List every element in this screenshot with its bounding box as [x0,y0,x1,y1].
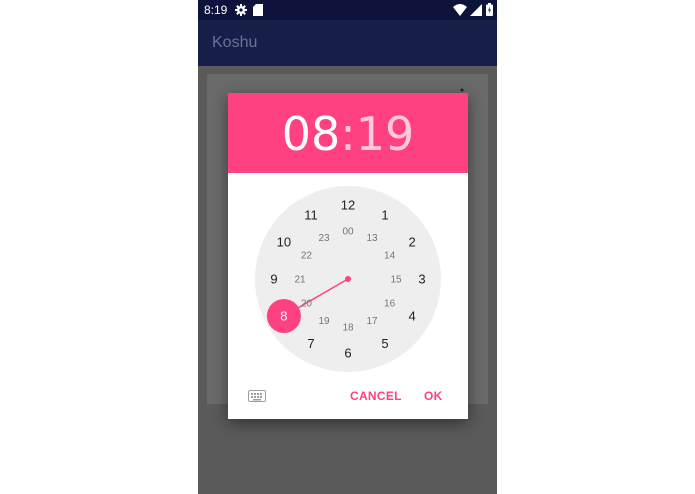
signal-icon [470,4,482,19]
clock-hour-inner-23[interactable]: 23 [318,233,330,244]
clock-hour-12[interactable]: 12 [341,198,355,213]
time-picker-dialog: 08:19 12 1 2 3 4 5 6 7 8 9 10 11 00 13 14 15 16 17 18 19 20… [228,93,468,419]
time-display: 08:19 [228,109,468,159]
status-bar: 8:19 [198,0,497,20]
clock-hour-11[interactable]: 11 [304,208,318,223]
clock-hour-5[interactable]: 5 [381,336,388,351]
clock-hour-inner-19[interactable]: 19 [318,316,330,327]
minute-value[interactable]: 19 [356,107,415,161]
clock-hour-8[interactable]: 8 [280,309,287,324]
ok-button[interactable]: OK [424,389,443,403]
clock-hour-2[interactable]: 2 [408,235,415,250]
clock-hour-1[interactable]: 1 [381,208,388,223]
time-picker-header: 08:19 [228,93,468,173]
clock-face[interactable]: 121234567891011 001314151617181920212223 [228,173,468,383]
clock-hour-inner-15[interactable]: 15 [390,275,402,286]
settings-gear-icon [235,4,247,19]
app-bar: Koshu [198,20,497,66]
battery-icon [486,3,493,19]
clock-hour-9[interactable]: 9 [270,272,277,287]
clock-hour-3[interactable]: 3 [418,272,425,287]
clock-hour-6[interactable]: 6 [344,346,351,361]
app-title: Koshu [212,34,258,51]
clock-hour-4[interactable]: 4 [408,309,415,324]
clock-hour-inner-13[interactable]: 13 [366,233,378,244]
clock-hour-inner-22[interactable]: 22 [301,251,313,262]
clock-hour-inner-00[interactable]: 00 [342,227,354,238]
keyboard-icon[interactable] [248,389,266,407]
sd-card-icon [253,4,263,19]
clock-hour-inner-18[interactable]: 18 [342,323,354,334]
clock-hour-inner-17[interactable]: 17 [366,316,378,327]
hour-value[interactable]: 08 [282,107,341,161]
cancel-button[interactable]: CANCEL [350,389,402,403]
clock-hour-inner-16[interactable]: 16 [384,299,396,310]
clock-hour-10[interactable]: 10 [277,235,291,250]
status-time: 8:19 [204,3,228,17]
time-separator: : [340,107,356,161]
clock-hour-7[interactable]: 7 [307,336,314,351]
clock-hour-inner-20[interactable]: 20 [301,299,313,310]
clock-hand-center [345,276,351,282]
clock-hour-inner-21[interactable]: 21 [294,275,306,286]
clock-hour-inner-14[interactable]: 14 [384,251,396,262]
wifi-icon [453,4,467,19]
